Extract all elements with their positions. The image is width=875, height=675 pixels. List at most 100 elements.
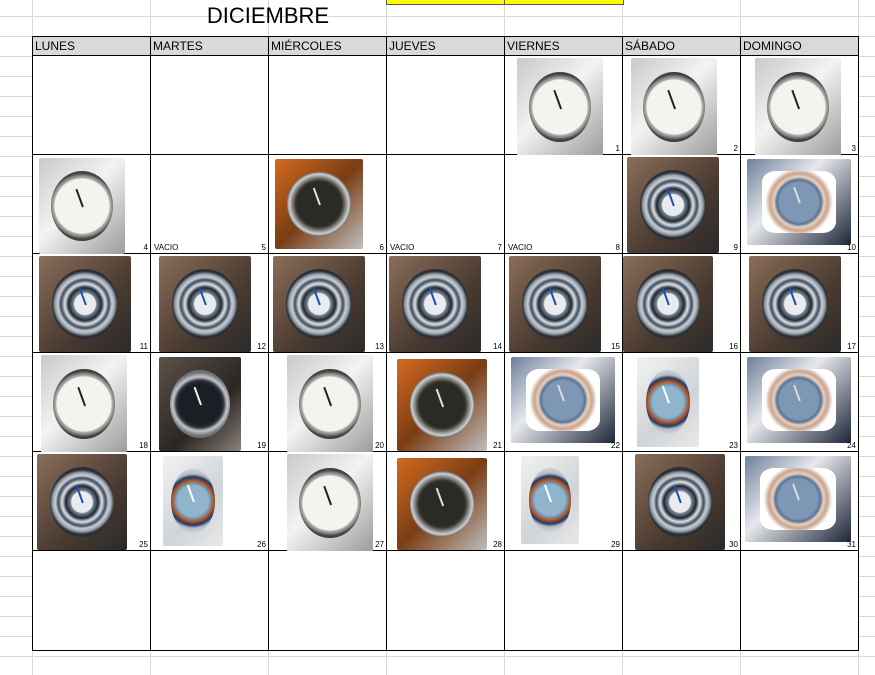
moonphase-watch-photo[interactable] [631,58,717,156]
day-cell[interactable]: 14 [386,253,505,353]
header-cell-jueves[interactable]: JUEVES [386,36,505,56]
octagonal-blue-watch-photo[interactable] [745,456,851,542]
day-cell[interactable]: 24 [740,352,859,452]
octagonal-blue-watch-photo[interactable] [511,357,615,443]
watch-hand [186,484,195,503]
day-cell[interactable] [150,550,269,651]
day-cell[interactable]: 25 [32,451,151,551]
watch-hand [791,89,800,109]
day-cell[interactable]: 20 [268,352,387,453]
watch-dial [761,269,829,339]
watch-hand [78,286,87,306]
octagonal-blue-watch-photo[interactable] [747,159,851,245]
day-cell[interactable]: 10 [740,154,859,254]
day-cell[interactable] [268,55,387,155]
day-cell[interactable] [268,550,387,651]
watch-dial [171,269,239,339]
day-cell[interactable]: 23 [622,352,741,452]
skeleton-chronograph-watch-photo[interactable] [37,454,127,550]
header-cell-sabado[interactable]: SÁBADO [622,36,741,56]
highlighted-cell[interactable] [386,0,505,5]
watch-hand [793,384,801,402]
watch-hand [312,187,321,206]
watch-hand [673,484,682,504]
day-cell[interactable]: 18 [32,352,151,453]
day-cell[interactable]: 26 [150,451,269,551]
day-cell[interactable]: 11 [32,253,151,353]
day-cell[interactable]: 27 [268,451,387,552]
day-cell[interactable]: 28 [386,451,505,551]
day-cell[interactable]: 3 [740,55,859,156]
day-cell[interactable] [386,550,505,651]
diver-watch-photo[interactable] [163,456,223,546]
day-cell[interactable] [740,550,859,651]
watch-hand [198,286,207,306]
header-cell-martes[interactable]: MARTES [150,36,269,56]
pilot-watch-photo[interactable] [397,359,487,451]
empty-note: VACIO [508,243,533,252]
header-cell-viernes[interactable]: VIERNES [504,36,623,56]
day-cell[interactable] [504,550,623,651]
day-number: 25 [139,540,148,549]
day-cell[interactable]: 30 [622,451,741,551]
highlighted-cell[interactable] [504,0,624,5]
skeleton-chronograph-watch-photo[interactable] [623,256,713,352]
skeleton-chronograph-watch-photo[interactable] [509,256,601,352]
moonphase-watch-photo[interactable] [39,158,125,254]
day-cell[interactable]: 13 [268,253,387,353]
moonphase-watch-photo[interactable] [755,58,841,156]
watch-dial [635,269,701,339]
day-cell[interactable]: 6 [268,154,387,254]
day-cell[interactable]: VACIO 7 [386,154,505,254]
day-cell[interactable]: 21 [386,352,505,452]
day-cell[interactable]: 22 [504,352,623,452]
pilot-watch-photo[interactable] [397,458,487,550]
skeleton-chronograph-watch-photo[interactable] [159,256,251,352]
day-cell[interactable]: 15 [504,253,623,353]
header-cell-domingo[interactable]: DOMINGO [740,36,859,56]
skeleton-chronograph-watch-photo[interactable] [273,256,365,352]
skeleton-chronograph-watch-photo[interactable] [635,454,725,550]
moonphase-watch-photo[interactable] [517,58,603,156]
diver-watch-photo[interactable] [637,357,699,447]
week-row: 25 26 27 28 29 30 31 [32,451,859,552]
day-cell[interactable]: 2 [622,55,741,156]
day-number: 10 [847,243,856,252]
watch-hand [312,286,321,306]
day-cell[interactable] [386,55,505,155]
day-cell[interactable]: 31 [740,451,859,551]
day-cell[interactable]: VACIO 8 [504,154,623,254]
skeleton-chronograph-watch-photo[interactable] [627,157,719,253]
day-cell[interactable]: 1 [504,55,623,156]
day-number: 6 [379,243,384,252]
header-cell-lunes[interactable]: LUNES [32,36,151,56]
day-number: 23 [729,441,738,450]
watch-hand [543,484,552,502]
black-chronograph-watch-photo[interactable] [159,357,241,451]
skeleton-chronograph-watch-photo[interactable] [749,256,841,352]
day-number: 13 [375,342,384,351]
day-cell[interactable]: 29 [504,451,623,551]
octagonal-blue-watch-photo[interactable] [747,357,851,443]
moonphase-watch-photo[interactable] [41,355,127,453]
day-cell[interactable]: 19 [150,352,269,452]
diver-watch-photo[interactable] [521,456,579,544]
header-cell-miercoles[interactable]: MIÉRCOLES [268,36,387,56]
day-cell[interactable]: 9 [622,154,741,254]
day-cell[interactable] [622,550,741,651]
moonphase-watch-photo[interactable] [287,355,373,453]
day-cell[interactable]: 16 [622,253,741,353]
day-cell[interactable] [32,550,151,651]
day-cell[interactable]: 17 [740,253,859,353]
watch-hand [548,286,557,306]
skeleton-chronograph-watch-photo[interactable] [389,256,481,352]
pilot-watch-photo[interactable] [275,159,363,249]
day-cell[interactable]: 4 [32,154,151,254]
month-title[interactable]: DICIEMBRE [150,2,386,30]
day-cell[interactable]: VACIO 5 [150,154,269,254]
moonphase-watch-photo[interactable] [287,454,373,552]
day-cell[interactable]: 12 [150,253,269,353]
day-cell[interactable] [32,55,151,155]
skeleton-chronograph-watch-photo[interactable] [39,256,131,352]
day-cell[interactable] [150,55,269,155]
